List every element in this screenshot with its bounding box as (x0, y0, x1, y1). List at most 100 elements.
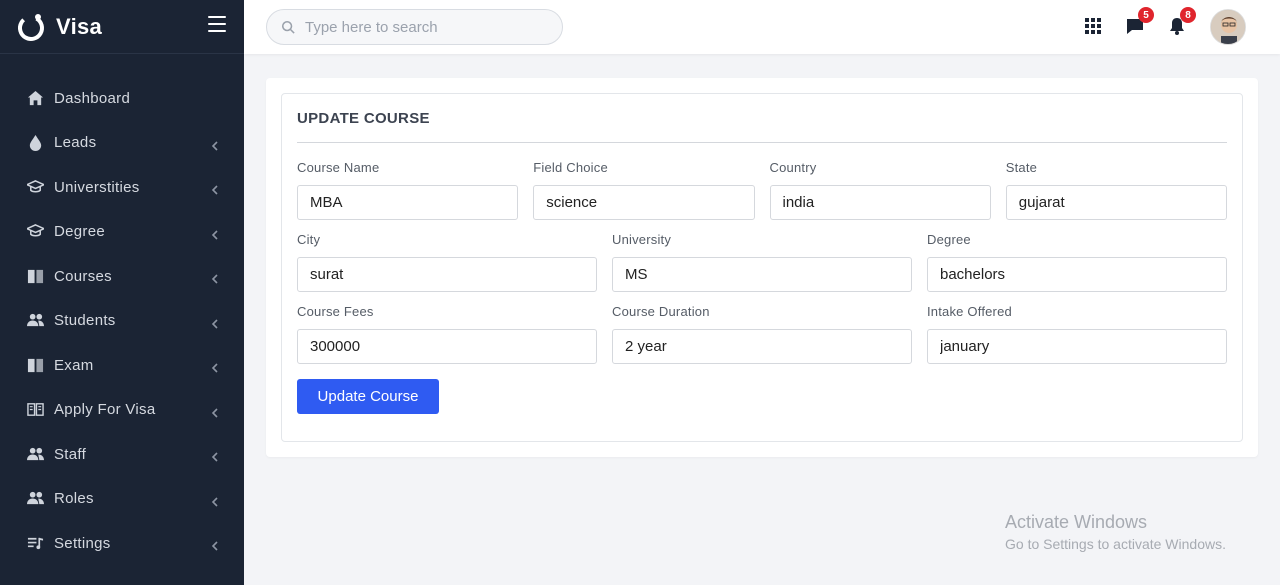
update-course-card: UPDATE COURSE Course NameField ChoiceCou… (266, 78, 1258, 457)
book-icon (26, 267, 44, 285)
page-title: UPDATE COURSE (297, 110, 430, 127)
sidebar-item-dashboard[interactable]: Dashboard (0, 76, 244, 121)
course-fees-field[interactable] (297, 329, 597, 364)
chevron-left-icon (210, 227, 220, 240)
bell-icon[interactable]: 8 (1168, 7, 1196, 37)
field-choice-field[interactable] (533, 185, 755, 220)
state-label: State (1005, 160, 1038, 175)
degree-label: Degree (927, 232, 971, 247)
sidebar-item-leads[interactable]: Leads (0, 121, 244, 166)
course-fees-label: Course Fees (297, 304, 374, 319)
messages-badge: 5 (1138, 7, 1154, 23)
course-name-label: Course Name (297, 160, 380, 175)
degree-field[interactable] (927, 257, 1227, 292)
university-group: University (612, 232, 912, 292)
messages-icon[interactable]: 5 (1126, 7, 1154, 37)
sidebar-item-settings[interactable]: Settings (0, 521, 244, 566)
home-icon (26, 89, 44, 107)
course-name-group: Course Name (297, 160, 519, 220)
chevron-left-icon (210, 138, 220, 151)
sidebar-item-label: Settings (54, 534, 111, 552)
chevron-left-icon (210, 494, 220, 507)
sidebar-item-label: Roles (54, 490, 94, 508)
search-input[interactable] (305, 18, 545, 36)
country-field[interactable] (769, 185, 991, 220)
state-group: State (1005, 160, 1227, 220)
brand-name: Visa (56, 13, 103, 39)
state-field[interactable] (1005, 185, 1227, 220)
country-label: Country (769, 160, 817, 175)
sidebar-item-apply-for-visa[interactable]: Apply For Visa (0, 388, 244, 433)
course-name-field[interactable] (297, 185, 519, 220)
divider (297, 142, 1227, 143)
user-avatar[interactable] (1210, 9, 1246, 45)
topbar: 5 8 (244, 0, 1280, 54)
sidebar-item-label: Apply For Visa (54, 401, 156, 419)
sidebar-item-roles[interactable]: Roles (0, 477, 244, 522)
sidebar-item-courses[interactable]: Courses (0, 254, 244, 299)
settings-list-icon (26, 534, 44, 552)
city-group: City (297, 232, 597, 292)
form-row: Course Name Field Choice Country State (297, 160, 1227, 220)
sidebar-item-label: Staff (54, 445, 87, 463)
sidebar-item-label: Exam (54, 356, 94, 374)
logo-icon (18, 13, 44, 41)
university-field[interactable] (612, 257, 912, 292)
chevron-left-icon (210, 360, 220, 373)
sidebar-item-universtities[interactable]: Universtities (0, 165, 244, 210)
update-course-button[interactable]: Update Course (297, 379, 439, 414)
graduation-cap-icon (26, 223, 44, 241)
windows-activation-watermark: Activate Windows Go to Settings to activ… (1005, 512, 1226, 552)
sidebar-item-label: Universtities (54, 178, 140, 196)
sidebar: Visa Dashboard Leads Universtities Degree Co… (0, 0, 244, 585)
form-row: City University Degree (297, 232, 1227, 292)
watermark-title: Activate Windows (1005, 512, 1148, 532)
country-group: Country (769, 160, 991, 220)
field-choice-group: Field Choice (533, 160, 755, 220)
sidebar-nav: Dashboard Leads Universtities Degree Courses… (0, 54, 244, 566)
city-field[interactable] (297, 257, 597, 292)
course-duration-group: Course Duration (612, 304, 912, 364)
course-form: Course Name Field Choice Country State City U… (297, 160, 1227, 364)
apps-grid-icon[interactable] (1084, 17, 1104, 37)
intake-offered-label: Intake Offered (927, 304, 1012, 319)
university-label: University (612, 232, 672, 247)
top-actions: 5 8 (1062, 0, 1246, 54)
sidebar-item-degree[interactable]: Degree (0, 210, 244, 255)
intake-offered-group: Intake Offered (927, 304, 1227, 364)
open-book-icon (26, 401, 44, 419)
sidebar-item-exam[interactable]: Exam (0, 343, 244, 388)
sidebar-item-label: Leads (54, 134, 97, 152)
sidebar-item-label: Courses (54, 267, 112, 285)
chevron-left-icon (210, 449, 220, 462)
sidebar-item-label: Dashboard (54, 89, 131, 107)
book-icon (26, 356, 44, 374)
chevron-left-icon (210, 405, 220, 418)
notifications-badge: 8 (1180, 7, 1196, 23)
users-icon (26, 490, 44, 508)
degree-group: Degree (927, 232, 1227, 292)
menu-toggle-icon[interactable] (208, 16, 226, 32)
chevron-left-icon (210, 182, 220, 195)
search-box[interactable] (266, 9, 563, 45)
course-duration-label: Course Duration (612, 304, 710, 319)
sidebar-item-label: Students (54, 312, 116, 330)
watermark-subtitle: Go to Settings to activate Windows. (1005, 536, 1226, 552)
search-icon (281, 20, 295, 34)
users-icon (26, 445, 44, 463)
course-duration-field[interactable] (612, 329, 912, 364)
city-label: City (297, 232, 321, 247)
graduation-cap-icon (26, 178, 44, 196)
field-choice-label: Field Choice (533, 160, 608, 175)
sidebar-item-students[interactable]: Students (0, 299, 244, 344)
drop-icon (26, 134, 44, 152)
chevron-left-icon (210, 316, 220, 329)
form-row: Course Fees Course Duration Intake Offered (297, 304, 1227, 364)
chevron-left-icon (210, 271, 220, 284)
form-panel: UPDATE COURSE Course NameField ChoiceCou… (281, 93, 1243, 442)
intake-offered-field[interactable] (927, 329, 1227, 364)
brand: Visa (0, 0, 244, 54)
sidebar-item-label: Degree (54, 223, 105, 241)
sidebar-item-staff[interactable]: Staff (0, 432, 244, 477)
course-fees-group: Course Fees (297, 304, 597, 364)
